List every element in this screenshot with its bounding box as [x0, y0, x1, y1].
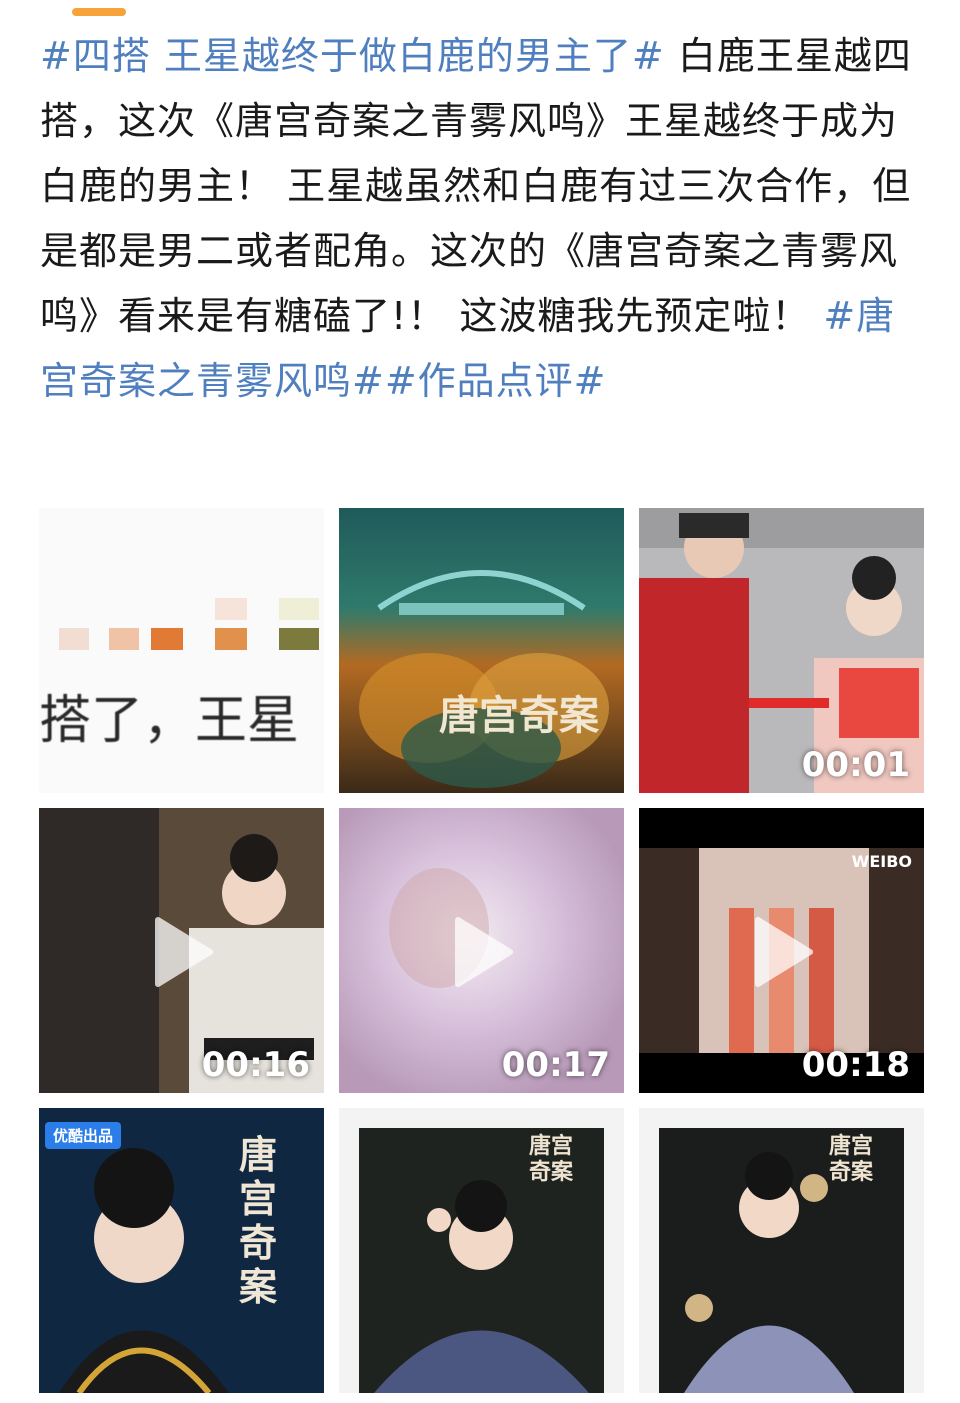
- media-thumbnail[interactable]: 唐宫奇案: [339, 1108, 624, 1393]
- video-thumbnail[interactable]: 00:16: [39, 808, 324, 1093]
- play-icon[interactable]: [152, 916, 214, 988]
- media-thumbnail[interactable]: 唐宫奇案: [639, 1108, 924, 1393]
- snapshot-text: 搭了，王星: [39, 691, 300, 751]
- media-grid: 搭了，王星 唐宫奇案 00:01 00:16 00:17 WEIBO 00:18…: [39, 508, 924, 1393]
- play-icon[interactable]: [752, 916, 814, 988]
- poster-title: 唐宫奇案: [239, 1132, 278, 1309]
- poster-art: [359, 1128, 604, 1393]
- weibo-watermark: WEIBO: [851, 852, 912, 871]
- poster-title: 唐宫奇案: [439, 692, 599, 739]
- poster-art: [339, 508, 624, 793]
- brand-badge: 优酷出品: [45, 1122, 122, 1149]
- poster-art: [659, 1128, 904, 1393]
- video-thumbnail[interactable]: 00:01: [639, 508, 924, 793]
- media-thumbnail[interactable]: 优酷出品 唐宫奇案: [39, 1108, 324, 1393]
- post-body: 白鹿王星越四搭，这次《唐宫奇案之青雾风鸣》王星越终于成为白鹿的男主！ 王星越虽然…: [40, 34, 912, 338]
- video-thumbnail[interactable]: 00:17: [339, 808, 624, 1093]
- post-text: #四搭 王星越终于做白鹿的男主了# 白鹿王星越四搭，这次《唐宫奇案之青雾风鸣》王…: [40, 24, 924, 414]
- hashtag-link[interactable]: #作品点评#: [385, 359, 607, 403]
- play-icon[interactable]: [452, 916, 514, 988]
- hashtag-link[interactable]: #四搭 王星越终于做白鹿的男主了#: [40, 34, 665, 78]
- media-thumbnail[interactable]: 搭了，王星: [39, 508, 324, 793]
- top-accent-bar: [72, 8, 126, 16]
- video-duration: 00:17: [501, 1045, 610, 1085]
- video-duration: 00:01: [801, 745, 910, 785]
- video-thumbnail[interactable]: WEIBO 00:18: [639, 808, 924, 1093]
- poster-title: 唐宫奇案: [529, 1133, 574, 1185]
- media-thumbnail[interactable]: 唐宫奇案: [339, 508, 624, 793]
- poster-title: 唐宫奇案: [829, 1133, 874, 1185]
- video-duration: 00:18: [801, 1045, 910, 1085]
- video-duration: 00:16: [201, 1045, 310, 1085]
